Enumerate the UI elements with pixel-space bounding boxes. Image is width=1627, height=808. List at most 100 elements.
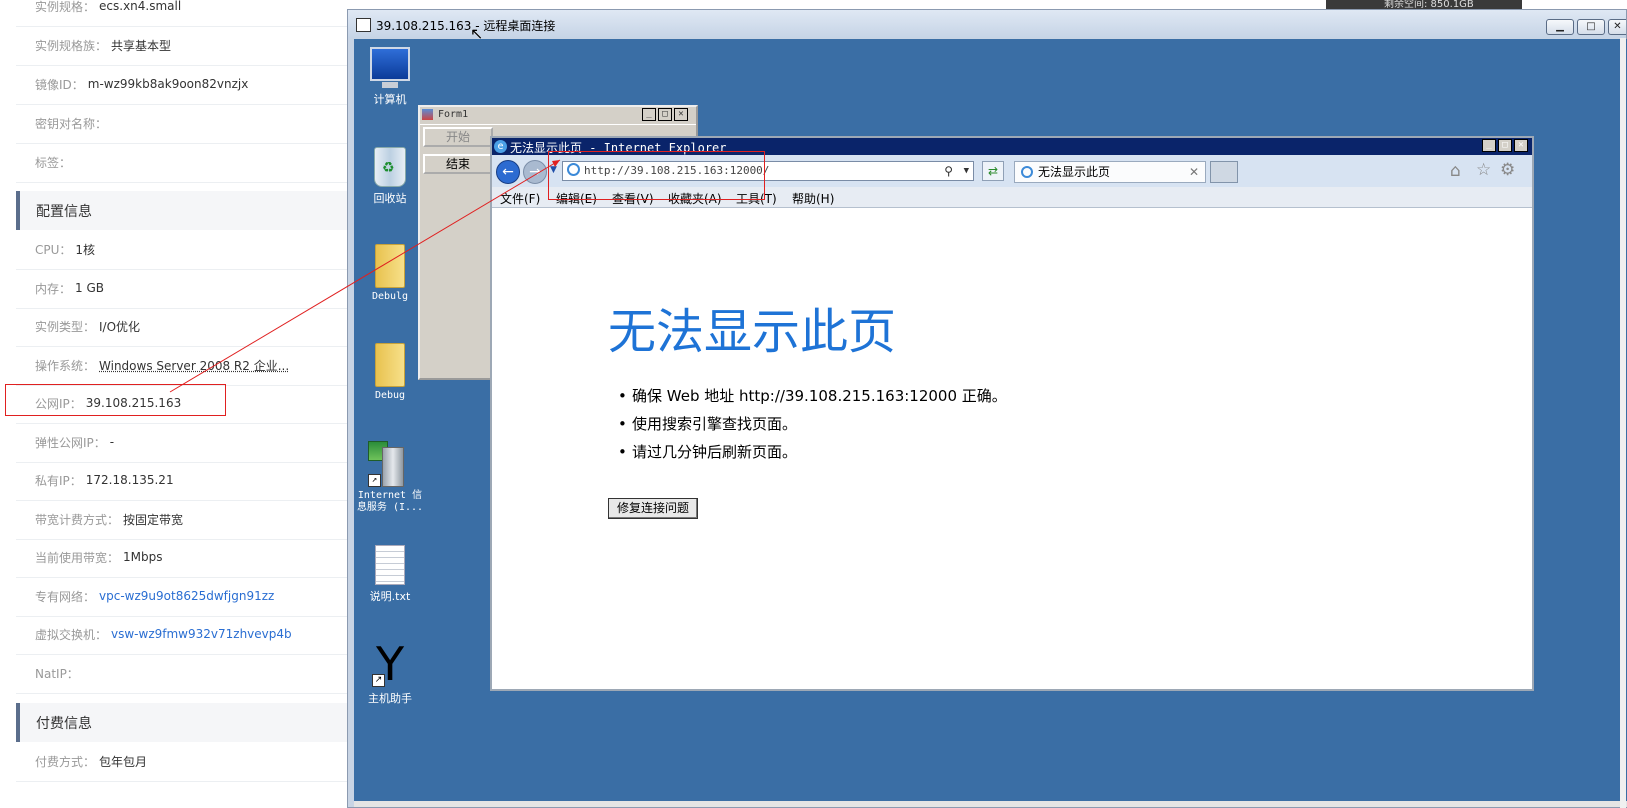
row-bandwidth-billing: 带宽计费方式： 按固定带宽 <box>16 499 347 540</box>
y-app-icon: Y ↗ <box>358 641 422 687</box>
section-billing-header: 付费信息 <box>16 703 347 742</box>
search-icon[interactable]: ⚲ <box>944 162 953 180</box>
form1-minimize-button[interactable]: _ <box>642 108 656 121</box>
shortcut-arrow-icon: ↗ <box>368 474 381 487</box>
form1-titlebar[interactable]: Form1 _ □ ✕ <box>420 107 696 125</box>
row-value[interactable]: Windows Server 2008 R2 企业... <box>99 357 289 374</box>
fix-connection-button[interactable]: 修复连接问题 <box>608 498 699 519</box>
row-label: 操作系统： <box>35 358 96 373</box>
row-label: CPU： <box>35 242 72 257</box>
desktop-icon-computer[interactable]: 计算机 <box>358 47 422 107</box>
row-label: NatIP： <box>35 666 79 681</box>
forward-arrow-icon[interactable]: → <box>523 160 547 184</box>
settings-gear-icon[interactable]: ⚙ <box>1500 160 1515 180</box>
recycle-bin-icon <box>374 147 406 187</box>
row-nat-ip: NatIP： <box>16 653 347 694</box>
ie-window: e 无法显示此页 - Internet Explorer _ □ ✕ ← → ▼… <box>490 136 1534 691</box>
form-icon <box>422 109 433 120</box>
text-file-icon <box>375 545 405 585</box>
desktop-icon-debulg[interactable]: Debulg <box>358 244 422 302</box>
shortcut-arrow-icon: ↗ <box>372 674 385 687</box>
desktop-icon-recycle-bin[interactable]: 回收站 <box>358 147 422 206</box>
minimize-button[interactable]: ▁ <box>1546 19 1574 35</box>
address-dropdown-icon[interactable]: ▼ <box>964 162 969 180</box>
horizontal-scrollbar[interactable] <box>354 801 1627 807</box>
row-label: 内存： <box>35 281 72 296</box>
favorites-star-icon[interactable]: ☆ <box>1476 160 1491 180</box>
vertical-scrollbar[interactable] <box>1620 38 1626 808</box>
desktop-icon-label: 主机助手 <box>368 692 412 705</box>
row-image-id: 镜像ID： m-wz99kb8ak9oon82vnzjx <box>16 64 347 105</box>
row-vpc: 专有网络： vpc-wz9u9ot8625dwfjgn91zz <box>16 576 347 617</box>
row-label: 虚拟交换机： <box>35 627 108 642</box>
ie-page-icon <box>1021 166 1033 178</box>
rdp-app-icon <box>356 18 371 32</box>
row-value: 共享基本型 <box>111 38 172 53</box>
row-os: 操作系统： Windows Server 2008 R2 企业... <box>16 345 347 386</box>
row-cpu: CPU： 1核 <box>16 229 347 270</box>
folder-icon <box>375 343 405 387</box>
row-label: 专有网络： <box>35 589 96 604</box>
section-config-header: 配置信息 <box>16 191 347 230</box>
home-icon[interactable]: ⌂ <box>1450 161 1461 181</box>
back-arrow-icon[interactable]: ← <box>496 160 520 184</box>
end-button[interactable]: 结束 <box>423 154 493 174</box>
row-value: 1 GB <box>75 281 104 295</box>
row-tags: 标签： <box>16 142 347 183</box>
vswitch-link[interactable]: vsw-wz9fmw932v71zhvevp4b <box>111 627 292 641</box>
error-suggestions: 确保 Web 地址 http://39.108.215.163:12000 正确… <box>632 382 1007 466</box>
remote-desktop: 计算机 回收站 Debulg Debug ↗ Internet 信息服务 (I.… <box>354 39 1627 807</box>
row-value: 1核 <box>75 242 96 257</box>
row-label: 密钥对名称： <box>35 116 108 131</box>
row-label: 付费方式： <box>35 754 96 769</box>
ie-maximize-button[interactable]: □ <box>1498 139 1512 152</box>
row-label: 实例规格： <box>35 0 96 14</box>
browser-tab[interactable]: 无法显示此页 ✕ <box>1014 161 1206 183</box>
rdp-titlebar[interactable]: 39.108.215.163 - 远程桌面连接 ▁ □ ✕ <box>348 10 1626 38</box>
ie-close-button[interactable]: ✕ <box>1514 139 1528 152</box>
new-tab-button[interactable] <box>1210 161 1238 183</box>
row-instance-spec: 实例规格： ecs.xn4.small <box>16 0 347 27</box>
folder-icon <box>375 244 405 288</box>
tab-close-icon[interactable]: ✕ <box>1189 162 1199 182</box>
vpc-link[interactable]: vpc-wz9u9ot8625dwfjgn91zz <box>99 589 274 603</box>
form1-maximize-button[interactable]: □ <box>658 108 672 121</box>
menu-help[interactable]: 帮助(H) <box>792 190 834 207</box>
desktop-icon-debug[interactable]: Debug <box>358 343 422 401</box>
row-instance-type: 实例类型： I/O优化 <box>16 306 347 347</box>
row-value: ecs.xn4.small <box>99 0 182 13</box>
row-value: I/O优化 <box>99 319 141 334</box>
ie-minimize-button[interactable]: _ <box>1482 139 1496 152</box>
desktop-icon-iis[interactable]: ↗ Internet 信息服务 (I... <box>354 441 426 514</box>
menu-file[interactable]: 文件(F) <box>500 190 540 207</box>
form1-close-button[interactable]: ✕ <box>674 108 688 121</box>
desktop-icon-readme[interactable]: 说明.txt <box>358 545 422 604</box>
remote-desktop-window: 39.108.215.163 - 远程桌面连接 ▁ □ ✕ 计算机 回收站 De… <box>347 9 1627 808</box>
desktop-icon-host-assistant[interactable]: Y ↗ 主机助手 <box>358 641 422 706</box>
disk-space-text: 剩余空间: 850.1GB <box>1384 0 1474 9</box>
close-button[interactable]: ✕ <box>1608 19 1626 35</box>
annotation-box-address <box>548 151 765 200</box>
row-label: 实例类型： <box>35 319 96 334</box>
list-item: 使用搜索引擎查找页面。 <box>632 410 1007 438</box>
computer-icon <box>370 47 410 88</box>
row-current-bandwidth: 当前使用带宽： 1Mbps <box>16 537 347 578</box>
refresh-icon[interactable]: ⇄ <box>982 161 1004 181</box>
row-label: 标签： <box>35 155 72 170</box>
row-keypair: 密钥对名称： <box>16 103 347 144</box>
row-label: 私有IP： <box>35 473 82 488</box>
form1-title: Form1 <box>438 109 469 120</box>
desktop-icon-label: 计算机 <box>373 93 407 106</box>
row-value: 172.18.135.21 <box>85 473 174 487</box>
error-heading: 无法显示此页 <box>608 304 897 360</box>
annotation-box-public-ip <box>5 384 226 416</box>
ie-page-content: 无法显示此页 确保 Web 地址 http://39.108.215.163:1… <box>492 208 1532 689</box>
maximize-button[interactable]: □ <box>1577 19 1605 35</box>
row-value: - <box>109 435 115 449</box>
disk-space-fragment: 剩余空间: 850.1GB <box>1326 0 1522 9</box>
start-button[interactable]: 开始 <box>423 127 493 147</box>
mouse-cursor-icon: ↖ <box>470 24 484 43</box>
ie-logo-icon: e <box>494 140 507 153</box>
row-value: 1Mbps <box>123 550 163 564</box>
row-instance-family: 实例规格族： 共享基本型 <box>16 25 347 66</box>
